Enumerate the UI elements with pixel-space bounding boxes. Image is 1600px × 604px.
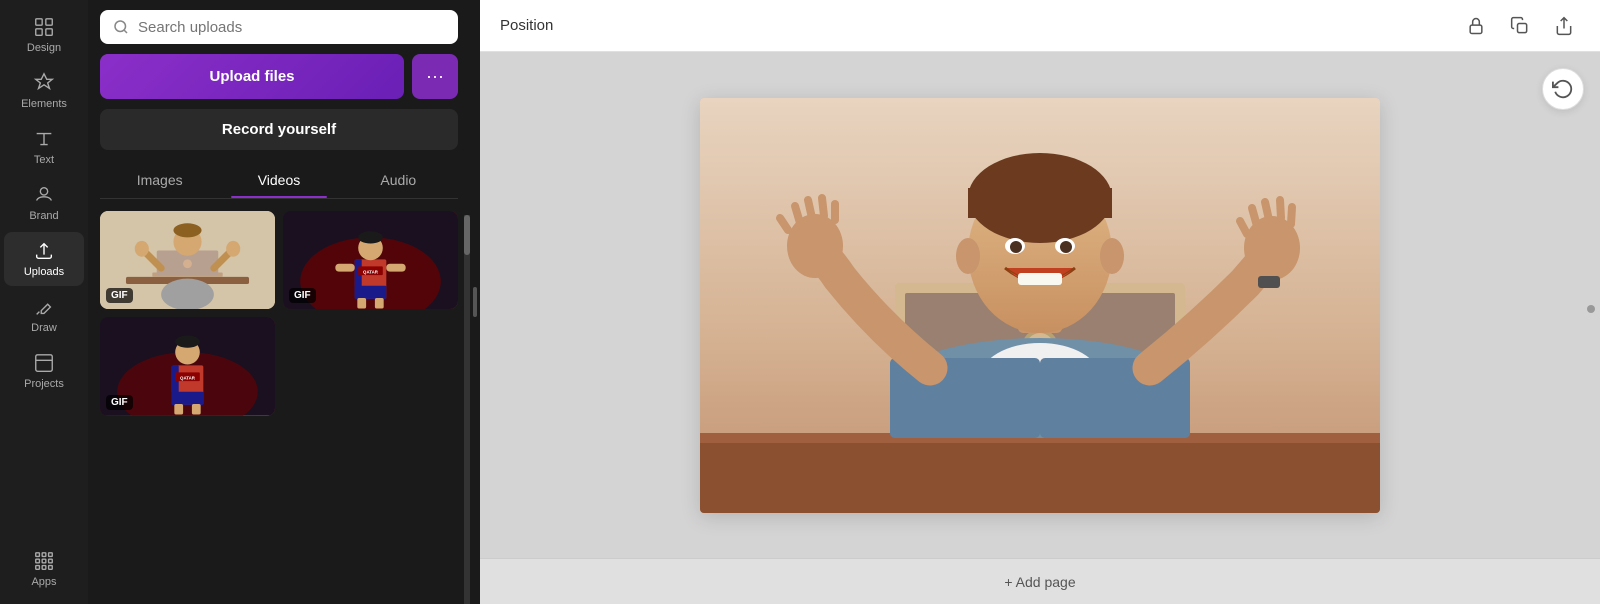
left-sidebar: Design Elements Text Brand Uploads Draw [0,0,88,604]
sidebar-item-projects-label: Projects [24,378,64,390]
scroll-track[interactable] [464,215,470,604]
sidebar-item-uploads-label: Uploads [24,266,64,278]
draw-icon [33,296,55,318]
svg-text:QATAR: QATAR [363,269,379,274]
sidebar-item-uploads[interactable]: Uploads [4,232,84,286]
gif-badge-3: GIF [106,395,133,410]
position-label: Position [500,17,553,34]
media-card-gif1[interactable]: GIF [100,211,275,309]
lock-icon [1466,16,1486,36]
more-dots: ··· [426,66,444,87]
share-icon [1554,16,1574,36]
brand-icon [33,184,55,206]
apps-icon [33,550,55,572]
design-icon [33,16,55,38]
media-grid: GIF [88,199,470,604]
search-input[interactable] [138,19,446,36]
add-page-label: + Add page [1004,574,1075,590]
record-yourself-button[interactable]: Record yourself [100,109,458,150]
upload-btn-row: Upload files ··· [100,54,458,99]
refresh-button[interactable] [1542,68,1584,110]
main-preview-image[interactable] [700,98,1380,513]
media-tabs: Images Videos Audio [100,164,458,199]
top-toolbar: Position [480,0,1600,52]
main-area: Position [480,0,1600,604]
toolbar-actions [1460,10,1580,42]
sidebar-item-text[interactable]: Text [4,120,84,174]
main-preview-svg [700,98,1380,513]
canvas-area [480,52,1600,558]
text-icon [33,128,55,150]
search-bar [100,10,458,44]
media-card-gif2[interactable]: QATAR GIF [283,211,458,309]
sidebar-item-elements[interactable]: Elements [4,64,84,118]
media-card-gif3[interactable]: QATAR GIF [100,317,275,415]
resize-handle-inner [473,287,477,317]
sidebar-item-elements-label: Elements [21,98,67,110]
sidebar-item-brand-label: Brand [29,210,58,222]
copy-icon [1510,16,1530,36]
share-button[interactable] [1548,10,1580,42]
projects-icon [33,352,55,374]
sidebar-item-projects[interactable]: Projects [4,344,84,398]
more-options-button[interactable]: ··· [412,54,458,99]
svg-text:QATAR: QATAR [180,376,196,381]
sidebar-item-brand[interactable]: Brand [4,176,84,230]
sidebar-item-draw-label: Draw [31,322,57,334]
scroll-thumb [464,215,470,255]
gif-badge-2: GIF [289,288,316,303]
search-icon [112,18,130,36]
tab-videos[interactable]: Videos [219,164,338,198]
cursor-indicator [1587,305,1595,313]
lock-button[interactable] [1460,10,1492,42]
sidebar-item-design[interactable]: Design [4,8,84,62]
sidebar-item-apps-label: Apps [31,576,56,588]
refresh-icon [1552,78,1574,100]
tab-images[interactable]: Images [100,164,219,198]
upload-panel: Upload files ··· Record yourself Images … [88,0,470,604]
sidebar-item-draw[interactable]: Draw [4,288,84,342]
add-page-bar[interactable]: + Add page [480,558,1600,604]
sidebar-item-design-label: Design [27,42,61,54]
elements-icon [33,72,55,94]
resize-handle[interactable] [470,0,480,604]
sidebar-item-apps[interactable]: Apps [4,542,84,596]
tab-audio[interactable]: Audio [339,164,458,198]
copy-button[interactable] [1504,10,1536,42]
sidebar-item-text-label: Text [34,154,54,166]
gif-badge-1: GIF [106,288,133,303]
upload-files-button[interactable]: Upload files [100,54,404,99]
uploads-icon [33,240,55,262]
